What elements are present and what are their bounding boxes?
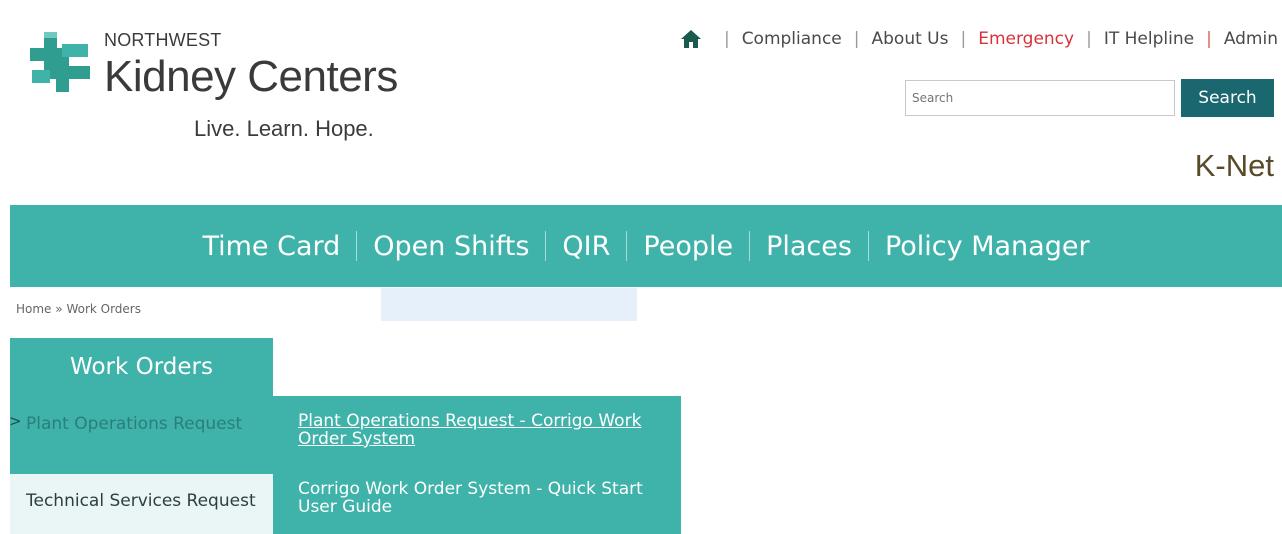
sidebar-item-technical-services[interactable]: Technical Services Request [10, 474, 273, 534]
divider: | [853, 29, 860, 49]
breadcrumb: Home » Work Orders [16, 302, 141, 316]
search-button[interactable]: Search [1181, 79, 1274, 117]
chevron-right-icon: > [9, 412, 22, 430]
nav-divider [626, 231, 628, 261]
site-name: K-Net [1194, 148, 1274, 183]
utility-nav: | Compliance | About Us | Emergency | IT… [680, 26, 1278, 52]
divider: | [1086, 29, 1092, 49]
site-logo[interactable]: NORTHWEST Kidney Centers Live. Learn. Ho… [24, 24, 424, 154]
nav-divider [356, 231, 358, 261]
home-icon[interactable] [680, 29, 702, 49]
divider: | [1206, 29, 1212, 49]
sidebar-item-plant-operations[interactable]: > Plant Operations Request [9, 396, 273, 474]
it-helpline-link[interactable]: IT Helpline [1104, 29, 1194, 49]
nav-item-time-card[interactable]: Time Card [196, 231, 346, 262]
kidney-centers-logo-icon [30, 32, 90, 92]
faded-dropdown-strip [381, 288, 637, 321]
sidebar-item-label: Plant Operations Request [26, 414, 243, 434]
breadcrumb-home[interactable]: Home [16, 302, 51, 316]
flyout-menu: Plant Operations Request - Corrigo Work … [273, 396, 681, 534]
search-input[interactable] [905, 80, 1175, 116]
nav-divider [749, 231, 751, 261]
about-us-link[interactable]: About Us [872, 29, 949, 49]
divider: | [723, 29, 730, 49]
main-nav: Time Card Open Shifts QIR People Places … [10, 205, 1282, 287]
compliance-link[interactable]: Compliance [742, 29, 842, 49]
nav-item-open-shifts[interactable]: Open Shifts [367, 231, 535, 262]
nav-item-places[interactable]: Places [760, 231, 858, 262]
emergency-link[interactable]: Emergency [978, 29, 1074, 49]
sidebar-item-label: Technical Services Request [26, 491, 256, 511]
admin-link[interactable]: Admin [1224, 29, 1278, 49]
nav-item-qir[interactable]: QIR [556, 231, 616, 262]
flyout-link-corrigo-request[interactable]: Plant Operations Request - Corrigo Work … [298, 412, 668, 448]
breadcrumb-separator: » [55, 302, 63, 316]
logo-org-prefix: NORTHWEST [104, 30, 222, 50]
nav-divider [545, 231, 547, 261]
nav-item-people[interactable]: People [637, 231, 739, 262]
nav-divider [867, 231, 869, 261]
logo-tagline: Live. Learn. Hope. [194, 116, 374, 141]
divider: | [960, 29, 967, 49]
logo-org-name: Kidney Centers [104, 52, 398, 101]
flyout-link-quick-start-guide[interactable]: Corrigo Work Order System - Quick Start … [298, 480, 668, 516]
breadcrumb-current: Work Orders [66, 302, 141, 316]
sidebar-title[interactable]: Work Orders [10, 338, 273, 396]
nav-item-policy-manager[interactable]: Policy Manager [879, 231, 1096, 262]
